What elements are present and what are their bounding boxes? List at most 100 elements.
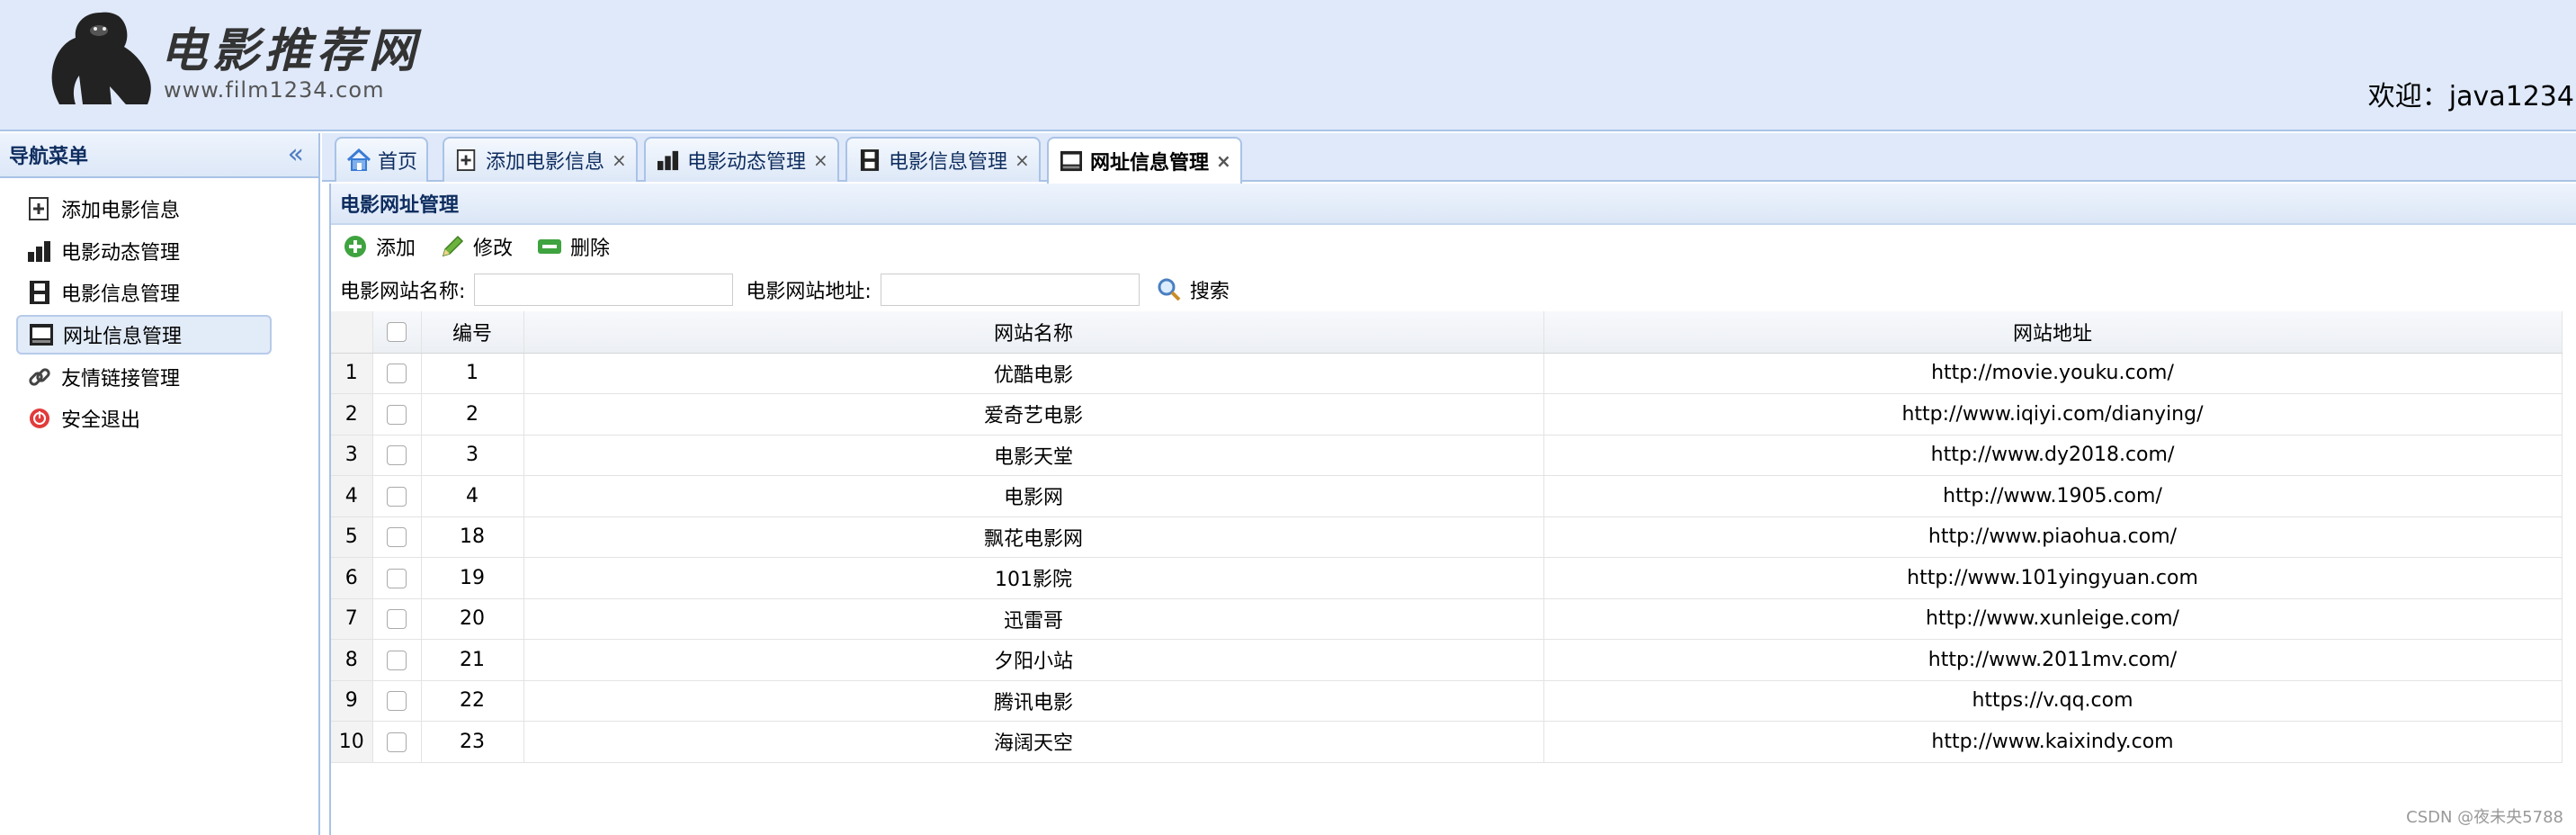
content-panel: 电影网址管理 添加 修改 删除 电影网站名称: 电影网站地址: 搜索 编号 网站… (329, 184, 2576, 835)
tab-add-movie[interactable]: 添加电影信息 × (443, 137, 638, 182)
nav-item-movie-news[interactable]: 电影动态管理 (16, 231, 272, 271)
search-button[interactable]: 搜索 (1156, 275, 1230, 304)
checkbox[interactable] (387, 404, 407, 425)
checkbox[interactable] (387, 732, 407, 752)
cell-id: 20 (421, 598, 524, 640)
cell-site-url: http://www.dy2018.com/ (1543, 435, 2563, 476)
row-checkbox-cell[interactable] (372, 475, 422, 517)
table-row[interactable]: 10 23 海阔天空 http://www.kaixindy.com (331, 721, 2563, 763)
site-name-input[interactable] (474, 274, 734, 306)
table-row[interactable]: 5 18 飘花电影网 http://www.piaohua.com/ (331, 516, 2563, 558)
table-row[interactable]: 1 1 优酷电影 http://movie.youku.com/ (331, 353, 2563, 394)
checkbox[interactable] (387, 527, 407, 548)
row-checkbox-cell[interactable] (372, 639, 422, 681)
checkbox[interactable] (387, 650, 407, 670)
cell-id: 4 (421, 475, 524, 517)
site-name-label: 电影网站名称: (340, 281, 466, 303)
table-body: 1 1 优酷电影 http://movie.youku.com/2 2 爱奇艺电影 http… (331, 353, 2563, 763)
table-row[interactable]: 9 22 腾讯电影 https://v.qq.com (331, 680, 2563, 722)
table-row[interactable]: 2 2 爱奇艺电影 http://www.iqiyi.com/dianying/ (331, 393, 2563, 435)
search-label: 搜索 (1189, 281, 1230, 303)
cell-site-name: 夕阳小站 (523, 639, 1544, 681)
film-icon (856, 147, 883, 174)
add-button[interactable]: 添加 (342, 232, 416, 261)
header: 电影推荐网 www.film1234.com 欢迎：java1234 (0, 0, 2576, 131)
nav-item-movie-info[interactable]: 电影信息管理 (16, 273, 272, 312)
tab-movie-news[interactable]: 电影动态管理 × (644, 137, 839, 182)
nav-list: 添加电影信息 电影动态管理 电影信息管理 网址信息管理 友情链接管理 安全退出 (0, 178, 318, 438)
site-table: 编号 网站名称 网站地址 1 1 优酷电影 http://movie.youku.co… (331, 311, 2563, 763)
bar-chart-icon (655, 147, 682, 174)
close-icon[interactable]: × (1015, 149, 1030, 171)
checkbox[interactable] (387, 486, 407, 507)
row-number: 3 (331, 435, 373, 476)
row-checkbox-cell[interactable] (372, 353, 422, 394)
checkbox[interactable] (387, 445, 407, 466)
home-icon (345, 147, 372, 174)
watermark: CSDN @夜未央5788 (2406, 808, 2563, 827)
film-icon (25, 278, 54, 307)
cell-site-name: 海阔天空 (523, 721, 1544, 763)
tab-bar: 首页 添加电影信息 × 电影动态管理 × 电影信息管理 × 网址信息管理 × (322, 133, 2576, 184)
row-checkbox-cell[interactable] (372, 680, 422, 722)
nav-item-site-info[interactable]: 网址信息管理 (16, 315, 272, 355)
nav-item-label: 友情链接管理 (61, 367, 181, 391)
table-row[interactable]: 3 3 电影天堂 http://www.dy2018.com/ (331, 435, 2563, 476)
tab-label: 网址信息管理 (1090, 152, 1210, 175)
cell-id: 19 (421, 557, 524, 599)
cell-id: 22 (421, 680, 524, 722)
nav-title: 导航菜单 (9, 146, 89, 168)
close-icon[interactable]: × (813, 149, 828, 171)
tab-label: 添加电影信息 (486, 151, 605, 174)
row-number: 1 (331, 353, 373, 394)
table-row[interactable]: 8 21 夕阳小站 http://www.2011mv.com/ (331, 639, 2563, 681)
site-title: 电影推荐网 (160, 23, 422, 78)
nav-item-add-movie[interactable]: 添加电影信息 (16, 189, 272, 229)
table-row[interactable]: 7 20 迅雷哥 http://www.xunleige.com/ (331, 598, 2563, 640)
tab-movie-info[interactable]: 电影信息管理 × (845, 137, 1041, 182)
table-row[interactable]: 4 4 电影网 http://www.1905.com/ (331, 475, 2563, 517)
column-header-name[interactable]: 网站名称 (523, 311, 1544, 354)
row-checkbox-cell[interactable] (372, 435, 422, 476)
collapse-icon[interactable]: « (288, 141, 304, 168)
panel-title: 电影网址管理 (331, 184, 2576, 225)
row-number-header (331, 311, 373, 354)
nav-item-friend-links[interactable]: 友情链接管理 (16, 357, 272, 397)
column-header-id[interactable]: 编号 (421, 311, 524, 354)
nav-header: 导航菜单 « (0, 133, 318, 178)
tab-home[interactable]: 首页 (335, 137, 429, 182)
cell-id: 18 (421, 516, 524, 558)
tab-site-info[interactable]: 网址信息管理 × (1047, 137, 1242, 184)
edit-button[interactable]: 修改 (439, 232, 513, 261)
tab-label: 电影动态管理 (687, 151, 807, 174)
row-checkbox-cell[interactable] (372, 557, 422, 599)
table-row[interactable]: 6 19 101影院 http://www.101yingyuan.com (331, 557, 2563, 599)
close-icon[interactable]: × (612, 149, 627, 171)
checkbox[interactable] (387, 609, 407, 630)
search-icon (1156, 276, 1183, 303)
checkbox[interactable] (387, 322, 407, 343)
cell-site-url: http://www.101yingyuan.com (1543, 557, 2563, 599)
row-number: 4 (331, 475, 373, 517)
row-checkbox-cell[interactable] (372, 721, 422, 763)
data-grid: 编号 网站名称 网站地址 1 1 优酷电影 http://movie.youku.co… (331, 311, 2576, 763)
close-icon[interactable]: × (1216, 150, 1231, 172)
delete-button[interactable]: 删除 (536, 232, 610, 261)
select-all-checkbox[interactable] (372, 311, 422, 354)
row-checkbox-cell[interactable] (372, 516, 422, 558)
table-header-row: 编号 网站名称 网站地址 (331, 311, 2563, 354)
column-header-url[interactable]: 网站地址 (1543, 311, 2563, 354)
nav-item-logout[interactable]: 安全退出 (16, 399, 272, 438)
checkbox[interactable] (387, 568, 407, 588)
cell-site-name: 电影网 (523, 475, 1544, 517)
checkbox[interactable] (387, 364, 407, 384)
add-icon (342, 233, 369, 260)
site-url-input[interactable] (880, 274, 1140, 306)
gorilla-logo-icon (51, 12, 151, 104)
cell-site-url: http://www.piaohua.com/ (1543, 516, 2563, 558)
row-checkbox-cell[interactable] (372, 393, 422, 435)
row-checkbox-cell[interactable] (372, 598, 422, 640)
checkbox[interactable] (387, 691, 407, 712)
monitor-icon (1058, 148, 1085, 175)
tab-label: 首页 (378, 151, 418, 174)
